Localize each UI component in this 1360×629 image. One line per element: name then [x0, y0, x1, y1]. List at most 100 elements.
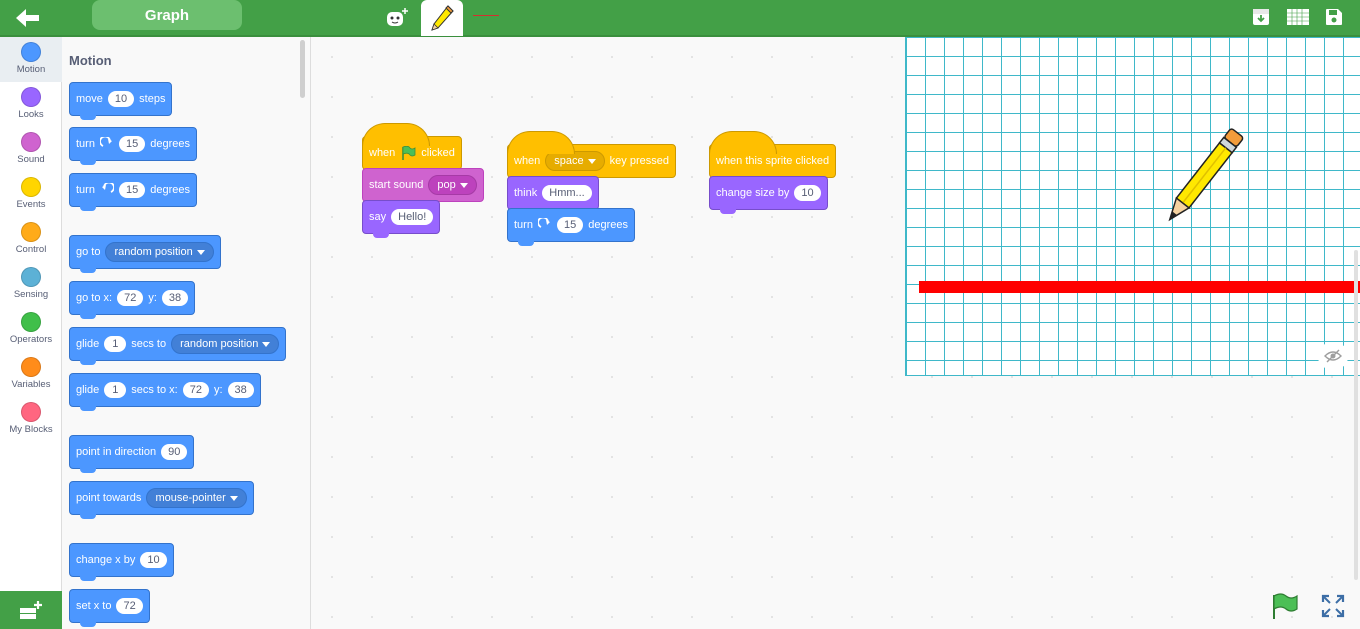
category-motion[interactable]: Motion: [0, 37, 62, 82]
block-set-x[interactable]: set x to 72: [69, 589, 150, 627]
category-dot: [21, 87, 41, 107]
sprite-add-icon[interactable]: [380, 0, 414, 36]
stage[interactable]: [905, 37, 1360, 376]
dropdown-value: mouse-pointer: [155, 492, 226, 504]
project-title[interactable]: Graph: [92, 0, 242, 30]
direction-input[interactable]: 90: [161, 444, 188, 460]
block-glide-to[interactable]: glide 1 secs to random position: [69, 327, 287, 365]
block-go-to[interactable]: go to random position: [69, 235, 221, 273]
sound-dropdown[interactable]: pop: [428, 175, 477, 195]
grid-icon[interactable]: [1285, 5, 1311, 29]
category-dot: [21, 42, 41, 62]
category-dot: [21, 177, 41, 197]
block-glide-to-xy[interactable]: glide 1 secs to x: 72 y: 38: [69, 373, 261, 411]
block-text: when: [369, 147, 396, 159]
target-dropdown[interactable]: random position: [171, 334, 280, 354]
degrees-input[interactable]: 15: [118, 136, 146, 152]
category-sound[interactable]: Sound: [0, 127, 62, 172]
y-input[interactable]: 38: [227, 382, 254, 398]
block-text: when: [514, 155, 541, 167]
category-label: Control: [15, 244, 47, 255]
y-input[interactable]: 38: [161, 290, 189, 306]
dropdown-value: random position: [180, 338, 259, 350]
block-text: when this sprite clicked: [716, 155, 830, 167]
block-when-key-pressed[interactable]: when space key pressed: [507, 131, 676, 182]
block-move-steps[interactable]: move 10 steps: [69, 82, 173, 120]
category-operators[interactable]: Operators: [0, 307, 62, 352]
top-bar: Graph: [0, 0, 1360, 37]
add-extension-button[interactable]: [0, 591, 62, 629]
block-point-direction[interactable]: point in direction 90: [69, 435, 195, 473]
block-turn-right[interactable]: turn 15 degrees: [69, 127, 197, 165]
palette-section-title: Motion: [69, 53, 112, 68]
block-when-sprite-clicked[interactable]: when this sprite clicked: [709, 131, 837, 182]
category-dot: [21, 402, 41, 422]
think-text-input[interactable]: Hmm...: [542, 185, 592, 201]
category-control[interactable]: Control: [0, 217, 62, 262]
save-icon[interactable]: [1322, 5, 1346, 29]
category-my-blocks[interactable]: My Blocks: [0, 397, 62, 442]
green-flag-icon[interactable]: [1270, 592, 1300, 620]
block-turn-right[interactable]: turn 15 degrees: [507, 208, 635, 246]
rotate-right-icon: [99, 137, 112, 147]
secs-input[interactable]: 1: [104, 382, 127, 398]
block-text: key pressed: [609, 155, 669, 167]
fullscreen-icon[interactable]: [1320, 593, 1346, 619]
block-go-to-xy[interactable]: go to x: 72 y: 38: [69, 281, 196, 319]
block-point-towards[interactable]: point towards mouse-pointer: [69, 481, 254, 519]
key-dropdown[interactable]: space: [545, 151, 605, 171]
block-say[interactable]: say Hello!: [362, 200, 441, 238]
block-change-x[interactable]: change x by 10: [69, 543, 174, 581]
category-dot: [21, 132, 41, 152]
pencil-tab-icon[interactable]: [421, 0, 463, 36]
category-looks[interactable]: Looks: [0, 82, 62, 127]
block-text: turn: [514, 219, 533, 231]
steps-input[interactable]: 10: [107, 91, 135, 107]
block-palette: Motion move 10 steps turn 15 degrees tur…: [62, 37, 311, 629]
dropdown-value: pop: [437, 179, 456, 191]
back-arrow-icon[interactable]: [12, 4, 44, 32]
category-label: Sensing: [13, 289, 49, 300]
category-sensing[interactable]: Sensing: [0, 262, 62, 307]
code-area-scrollbar[interactable]: [1354, 250, 1358, 580]
caret-icon: [196, 249, 205, 255]
block-think[interactable]: think Hmm...: [507, 176, 599, 214]
x-set-input[interactable]: 72: [116, 598, 143, 614]
category-dot: [21, 357, 41, 377]
caret-icon: [229, 495, 238, 501]
degrees-input[interactable]: 15: [556, 217, 584, 233]
block-text: glide: [76, 384, 100, 396]
block-turn-left[interactable]: turn 15 degrees: [69, 173, 197, 211]
degrees-input[interactable]: 15: [118, 182, 146, 198]
x-input[interactable]: 72: [117, 290, 144, 306]
secs-input[interactable]: 1: [104, 336, 127, 352]
category-dot: [21, 267, 41, 287]
category-variables[interactable]: Variables: [0, 352, 62, 397]
pencil-sprite[interactable]: [1151, 117, 1256, 237]
target-dropdown[interactable]: mouse-pointer: [146, 488, 247, 508]
download-icon[interactable]: [1249, 5, 1273, 29]
category-dot: [21, 222, 41, 242]
pen-drawn-line: [919, 281, 1360, 293]
category-events[interactable]: Events: [0, 172, 62, 217]
category-label: Events: [16, 199, 46, 210]
block-text: change x by: [76, 554, 136, 566]
rotate-right-icon: [537, 218, 550, 228]
say-text-input[interactable]: Hello!: [391, 209, 434, 225]
block-change-size[interactable]: change size by 10: [709, 176, 828, 214]
size-input[interactable]: 10: [794, 185, 821, 201]
category-label: Variables: [11, 379, 51, 390]
block-text: steps: [139, 93, 166, 105]
dropdown-value: space: [554, 155, 584, 167]
caret-icon: [587, 158, 596, 164]
block-text: degrees: [150, 184, 190, 196]
block-start-sound[interactable]: start sound pop: [362, 168, 484, 206]
block-when-flag-clicked[interactable]: when clicked: [362, 123, 462, 174]
x-change-input[interactable]: 10: [140, 552, 167, 568]
x-input[interactable]: 72: [182, 382, 209, 398]
category-label: Motion: [16, 64, 46, 75]
hide-eye-icon[interactable]: [1318, 343, 1348, 369]
palette-scrollbar[interactable]: [300, 40, 305, 98]
block-text: glide: [76, 338, 100, 350]
target-dropdown[interactable]: random position: [105, 242, 214, 262]
